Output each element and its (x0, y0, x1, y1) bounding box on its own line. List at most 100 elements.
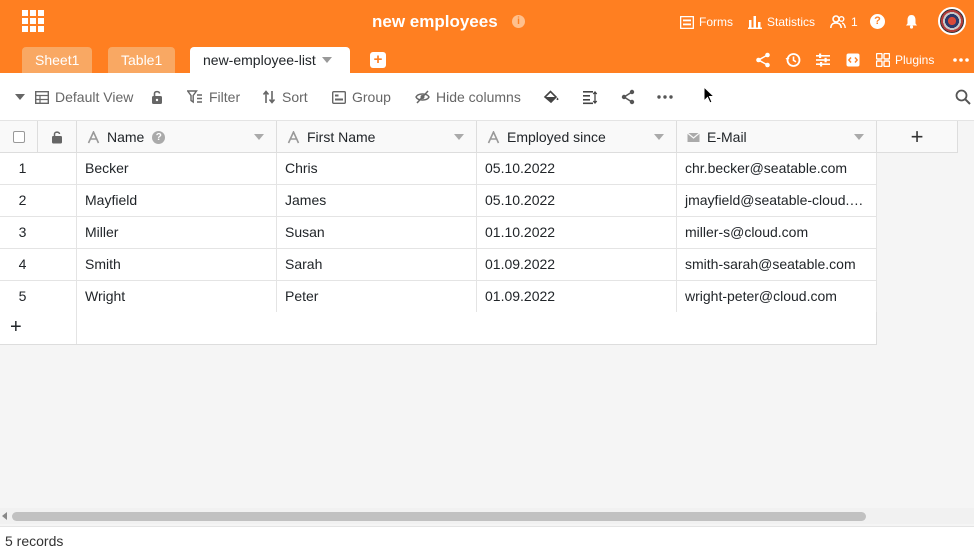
cell-name[interactable]: Wright (77, 281, 277, 313)
more-menu-icon[interactable] (952, 52, 970, 68)
table-row[interactable]: 3 Miller Susan 01.10.2022 miller-s@cloud… (0, 217, 877, 249)
settings-sliders-icon[interactable] (815, 52, 831, 68)
column-header-employed-since[interactable]: Employed since (477, 121, 677, 153)
cell-name[interactable]: Becker (77, 153, 277, 185)
row-height-icon[interactable] (582, 89, 598, 105)
filter-button[interactable]: Filter (187, 89, 240, 105)
plugins-button[interactable]: Plugins (876, 52, 934, 68)
hide-columns-label: Hide columns (436, 89, 521, 105)
cell-first-name[interactable]: Sarah (277, 249, 477, 281)
plugins-label: Plugins (895, 53, 935, 67)
select-all-checkbox[interactable] (12, 131, 25, 143)
mouse-cursor-icon (703, 86, 715, 104)
cell-employed-since[interactable]: 01.09.2022 (477, 281, 677, 313)
add-row-button[interactable]: + (0, 312, 77, 344)
row-index: 3 (0, 217, 77, 249)
table-row[interactable]: 1 Becker Chris 05.10.2022 chr.becker@sea… (0, 153, 877, 185)
sort-button[interactable]: Sort (262, 89, 308, 105)
scroll-left-icon[interactable] (2, 512, 8, 520)
tab-dropdown-icon[interactable] (321, 57, 332, 63)
tab-sheet1[interactable]: Sheet1 (22, 47, 93, 73)
app-header: new employees i Forms Statistics 1 ? She… (0, 0, 974, 73)
paint-bucket-icon[interactable] (543, 89, 559, 105)
cell-first-name[interactable]: James (277, 185, 477, 217)
cell-email[interactable]: wright-peter@cloud.com (677, 281, 877, 313)
view-dropdown-caret-icon[interactable] (14, 93, 26, 101)
tab-table1[interactable]: Table1 (108, 47, 176, 73)
group-icon (332, 90, 346, 104)
base-title: new employees (372, 12, 498, 31)
search-icon[interactable] (955, 89, 971, 105)
share-icon[interactable] (755, 52, 771, 68)
hide-columns-button[interactable]: Hide columns (415, 89, 521, 105)
eye-slash-icon (415, 90, 430, 104)
column-header-first-name[interactable]: First Name (277, 121, 477, 153)
column-dropdown-icon[interactable] (654, 134, 664, 140)
column-dropdown-icon[interactable] (254, 134, 264, 140)
scrollbar-thumb[interactable] (12, 512, 866, 521)
cell-employed-since[interactable]: 05.10.2022 (477, 185, 677, 217)
cell-employed-since[interactable]: 01.10.2022 (477, 217, 677, 249)
cell-email[interactable]: smith-sarah@seatable.com (677, 249, 877, 281)
cell-name[interactable]: Smith (77, 249, 277, 281)
column-label: First Name (307, 129, 376, 145)
cell-email[interactable]: chr.becker@seatable.com (677, 153, 877, 185)
forms-button[interactable]: Forms (680, 14, 733, 30)
cell-first-name[interactable]: Susan (277, 217, 477, 249)
collaborators-button[interactable]: 1 (830, 14, 858, 30)
tab-new-employee-list[interactable]: new-employee-list (190, 47, 350, 73)
table-row[interactable]: 2 Mayfield James 05.10.2022 jmayfield@se… (0, 185, 877, 217)
forms-icon (680, 15, 694, 29)
row-index: 1 (0, 153, 77, 185)
cell-first-name[interactable]: Peter (277, 281, 477, 313)
cell-email[interactable]: miller-s@cloud.com (677, 217, 877, 249)
script-icon[interactable] (845, 52, 861, 68)
column-label: E-Mail (707, 129, 747, 145)
lock-open-icon[interactable] (51, 130, 63, 144)
column-header-email[interactable]: E-Mail (677, 121, 877, 153)
add-row-bar[interactable]: + (0, 312, 877, 345)
share-view-icon[interactable] (620, 89, 636, 105)
cell-email[interactable]: jmayfield@seatable-cloud.… (677, 185, 877, 217)
cell-employed-since[interactable]: 05.10.2022 (477, 153, 677, 185)
statistics-button[interactable]: Statistics (748, 14, 815, 30)
cell-name[interactable]: Miller (77, 217, 277, 249)
group-label: Group (352, 89, 391, 105)
notifications-bell-icon[interactable] (904, 14, 919, 29)
user-avatar[interactable] (938, 7, 966, 35)
table-row[interactable]: 5 Wright Peter 01.09.2022 wright-peter@c… (0, 281, 877, 313)
column-label: Name (107, 129, 145, 145)
column-dropdown-icon[interactable] (454, 134, 464, 140)
filter-icon (187, 90, 202, 104)
record-count: 5 records (5, 533, 64, 547)
view-selector-button[interactable]: Default View (35, 89, 133, 105)
apps-grid-icon[interactable] (22, 10, 44, 32)
add-table-button[interactable]: + (370, 52, 386, 68)
info-icon[interactable]: i (512, 15, 525, 28)
add-column-button[interactable]: + (877, 121, 958, 153)
cell-employed-since[interactable]: 01.09.2022 (477, 249, 677, 281)
text-type-icon (487, 130, 500, 143)
column-dropdown-icon[interactable] (854, 134, 864, 140)
help-icon[interactable]: ? (152, 130, 166, 144)
row-index: 2 (0, 185, 77, 217)
view-label: Default View (55, 89, 134, 105)
cell-name[interactable]: Mayfield (77, 185, 277, 217)
more-options-icon[interactable] (656, 89, 674, 105)
group-button[interactable]: Group (332, 89, 391, 105)
history-icon[interactable] (785, 52, 801, 68)
tab-label: new-employee-list (203, 52, 316, 68)
grid-header: Name ? First Name Employed since E-Mail … (0, 121, 958, 153)
statistics-label: Statistics (767, 15, 816, 29)
help-icon[interactable]: ? (870, 14, 885, 29)
lock-open-icon[interactable] (150, 89, 166, 105)
plugins-icon (876, 53, 890, 67)
sort-label: Sort (282, 89, 308, 105)
cell-first-name[interactable]: Chris (277, 153, 477, 185)
table-row[interactable]: 4 Smith Sarah 01.09.2022 smith-sarah@sea… (0, 249, 877, 281)
tab-label: Sheet1 (35, 52, 80, 68)
column-header-name[interactable]: Name ? (77, 121, 277, 153)
tab-label: Table1 (121, 52, 163, 68)
statistics-icon (748, 16, 762, 29)
select-all-cell (0, 121, 38, 153)
